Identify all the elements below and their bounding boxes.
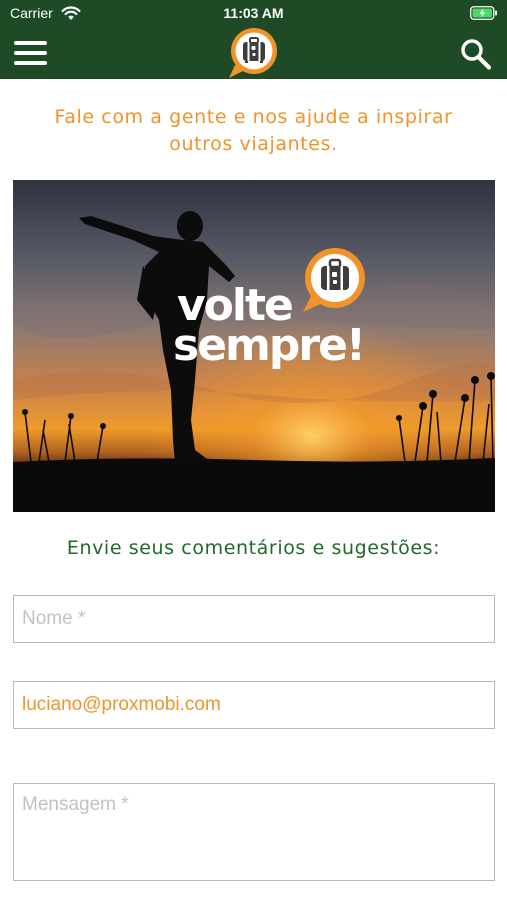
clock-label: 11:03 AM <box>223 5 284 21</box>
search-icon[interactable] <box>459 38 493 70</box>
feedback-heading: Envie seus comentários e sugestões: <box>66 537 441 559</box>
message-field[interactable] <box>13 783 495 881</box>
battery-charging-icon <box>470 6 497 20</box>
email-field[interactable] <box>13 681 495 729</box>
name-field[interactable] <box>13 595 495 643</box>
suitcase-speech-bubble-logo <box>229 28 277 78</box>
hero-image: volte sempre! <box>13 180 495 512</box>
status-bar: Carrier 11:03 AM <box>0 0 507 27</box>
hero-title-line2: sempre! <box>173 320 366 371</box>
nav-bar <box>0 27 507 79</box>
hamburger-menu-icon[interactable] <box>14 40 48 66</box>
page-headline: Fale com a gente e nos ajude a inspirar … <box>54 106 453 155</box>
